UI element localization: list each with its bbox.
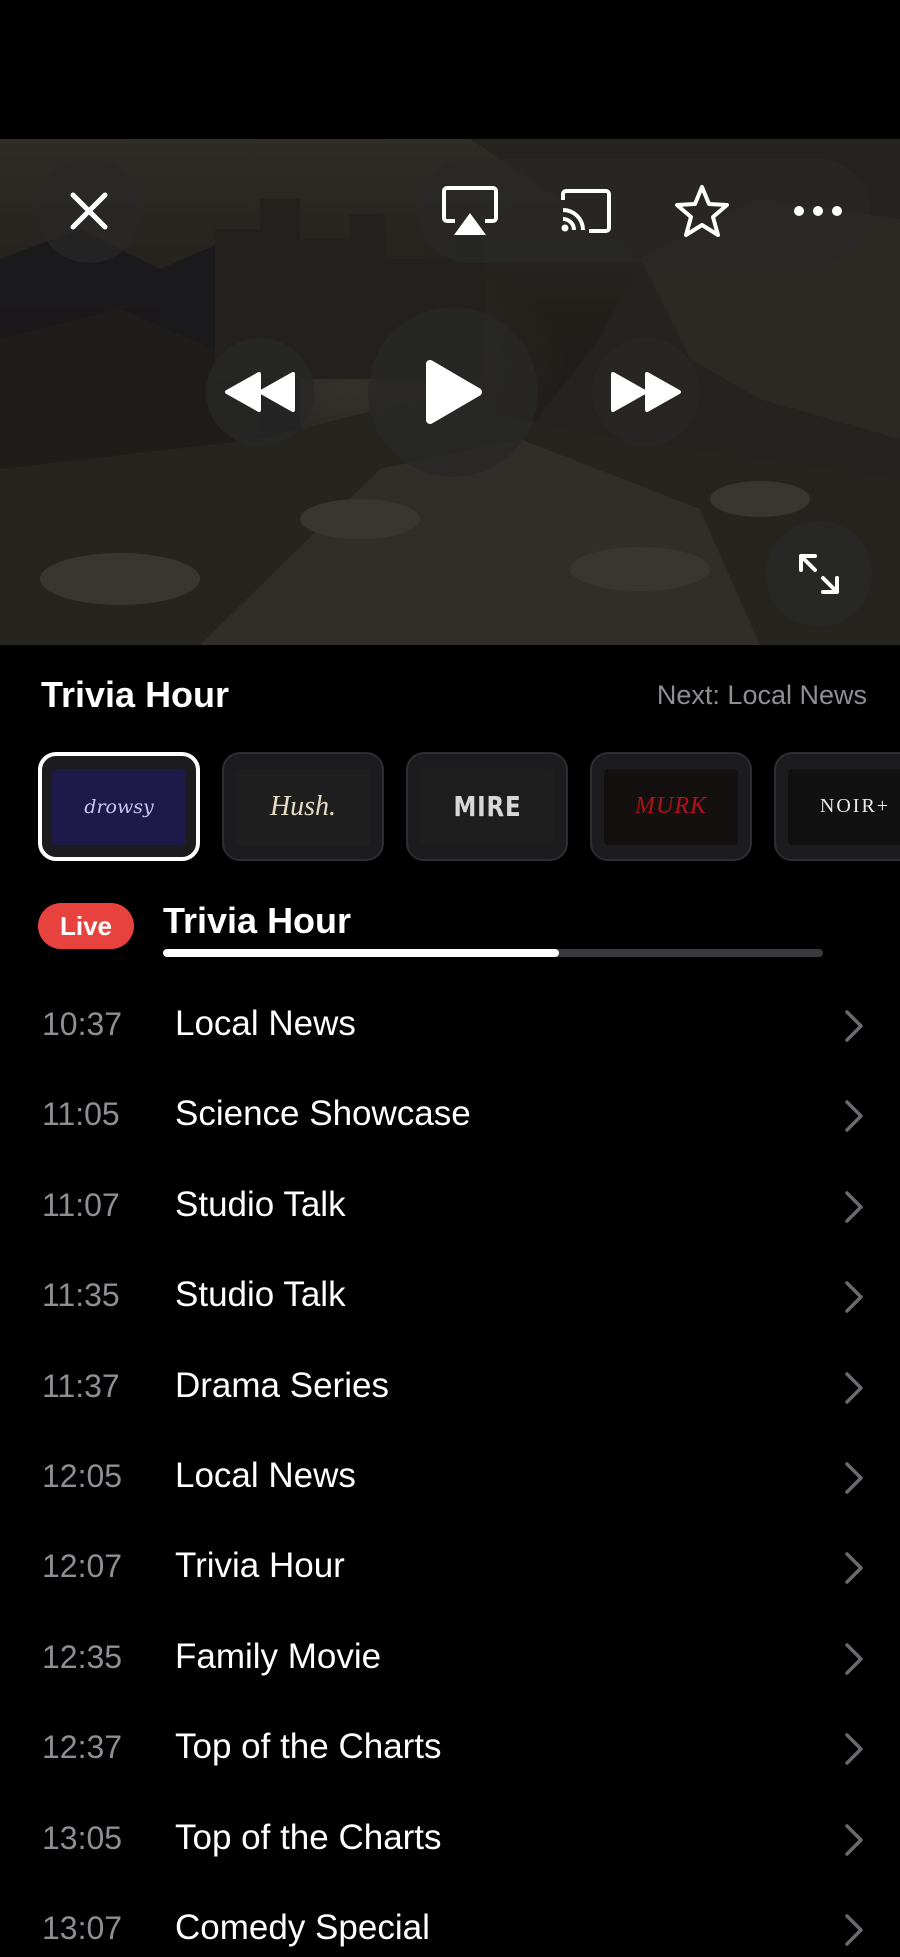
schedule-row[interactable]: 12:05 Local News	[0, 1432, 900, 1522]
live-program: Live Trivia Hour	[38, 900, 838, 960]
play-button[interactable]	[368, 307, 538, 477]
current-program-title: Trivia Hour	[41, 674, 230, 715]
live-program-title: Trivia Hour	[163, 900, 352, 941]
live-progress-fill	[163, 949, 559, 957]
channel-hush[interactable]: Hush.	[222, 752, 384, 861]
schedule-program-title: Top of the Charts	[175, 1817, 442, 1857]
schedule-time: 11:37	[42, 1367, 120, 1404]
schedule-row[interactable]: 11:35 Studio Talk	[0, 1251, 900, 1341]
favorite-button[interactable]	[672, 181, 732, 241]
next-program-label: Next: Local News	[656, 680, 867, 710]
schedule-program-title: Studio Talk	[175, 1275, 346, 1315]
chevron-right-icon	[845, 1643, 863, 1675]
fullscreen-button[interactable]	[766, 521, 872, 627]
fast-forward-button[interactable]	[592, 338, 700, 446]
chevron-right-icon	[845, 1733, 863, 1765]
schedule-program-title: Drama Series	[175, 1365, 389, 1405]
channel-logo-text: drowsy	[84, 795, 154, 818]
channel-logo: Hush.	[236, 768, 370, 845]
schedule-row[interactable]: 13:05 Top of the Charts	[0, 1794, 900, 1884]
channel-logo-text: MIRE	[452, 790, 522, 823]
channel-logo: drowsy	[52, 768, 186, 845]
more-icon	[794, 206, 842, 216]
channel-logo-text: Hush.	[269, 790, 337, 822]
chevron-right-icon	[845, 1914, 863, 1946]
schedule-row[interactable]: 11:05 Science Showcase	[0, 1070, 900, 1160]
schedule-time: 10:37	[42, 1006, 123, 1042]
channel-noir-plus[interactable]: NOIR+	[774, 752, 900, 861]
schedule-row[interactable]: 12:07 Trivia Hour	[0, 1522, 900, 1612]
schedule-program-title: Local News	[175, 1456, 356, 1495]
schedule-time: 12:07	[42, 1548, 123, 1585]
schedule-time: 11:07	[42, 1186, 120, 1223]
schedule-program-title: Top of the Charts	[175, 1727, 442, 1767]
schedule-time: 12:35	[42, 1638, 123, 1675]
chevron-right-icon	[845, 1462, 863, 1494]
schedule-program-title: Local News	[175, 1004, 356, 1043]
channel-logo: MURK	[604, 768, 738, 845]
chevron-right-icon	[845, 1823, 863, 1856]
schedule-row[interactable]: 11:37 Drama Series	[0, 1342, 900, 1432]
schedule-program-title: Comedy Special	[175, 1908, 430, 1947]
cast-icon	[561, 189, 611, 233]
schedule-row[interactable]: 10:37 Local News	[0, 980, 900, 1070]
schedule-time: 12:05	[42, 1458, 123, 1494]
schedule-time: 11:05	[42, 1096, 120, 1133]
cast-button[interactable]	[556, 181, 616, 241]
schedule-time: 11:35	[42, 1277, 120, 1314]
channel-carousel[interactable]: drowsy Hush. MIRE MURK NOIR+	[38, 752, 900, 862]
channel-drowsy[interactable]: drowsy	[38, 752, 200, 861]
chevron-right-icon	[845, 1191, 863, 1223]
channel-logo-text: NOIR+	[819, 795, 891, 817]
live-badge: Live	[38, 903, 134, 949]
chevron-right-icon	[845, 1371, 863, 1404]
more-button[interactable]	[788, 181, 848, 241]
channel-murk[interactable]: MURK	[590, 752, 752, 861]
schedule-time: 13:07	[42, 1910, 123, 1946]
rewind-button[interactable]	[206, 338, 314, 446]
schedule-row[interactable]: 12:35 Family Movie	[0, 1613, 900, 1703]
close-icon	[70, 192, 108, 230]
channel-logo-text: MURK	[635, 793, 707, 819]
expand-icon	[799, 554, 839, 594]
schedule-row[interactable]: 12:37 Top of the Charts	[0, 1703, 900, 1793]
chevron-right-icon	[845, 1010, 863, 1042]
live-progress-bar	[163, 949, 823, 957]
player-actions-bar	[418, 159, 870, 263]
schedule-program-title: Studio Talk	[175, 1184, 346, 1224]
schedule-program-title: Science Showcase	[175, 1094, 471, 1134]
channel-logo: MIRE	[420, 768, 554, 845]
chevron-right-icon	[845, 1552, 863, 1585]
airplay-button[interactable]	[440, 181, 500, 241]
now-playing-header: Trivia Hour Next: Local News	[41, 670, 867, 720]
play-icon	[426, 360, 482, 424]
schedule-time: 13:05	[42, 1819, 123, 1856]
chevron-right-icon	[845, 1100, 863, 1133]
chevron-right-icon	[845, 1281, 863, 1313]
rewind-icon	[225, 372, 295, 412]
fast-forward-icon	[611, 372, 681, 412]
schedule-program-title: Trivia Hour	[175, 1546, 345, 1586]
schedule-row[interactable]: 13:07 Comedy Special	[0, 1884, 900, 1957]
schedule-program-title: Family Movie	[175, 1636, 382, 1676]
close-button[interactable]	[37, 159, 141, 263]
airplay-icon	[442, 186, 498, 235]
channel-logo: NOIR+	[788, 768, 900, 845]
star-icon	[675, 185, 729, 237]
schedule-row[interactable]: 11:07 Studio Talk	[0, 1161, 900, 1251]
channel-mire[interactable]: MIRE	[406, 752, 568, 861]
schedule-time: 12:37	[42, 1729, 123, 1766]
